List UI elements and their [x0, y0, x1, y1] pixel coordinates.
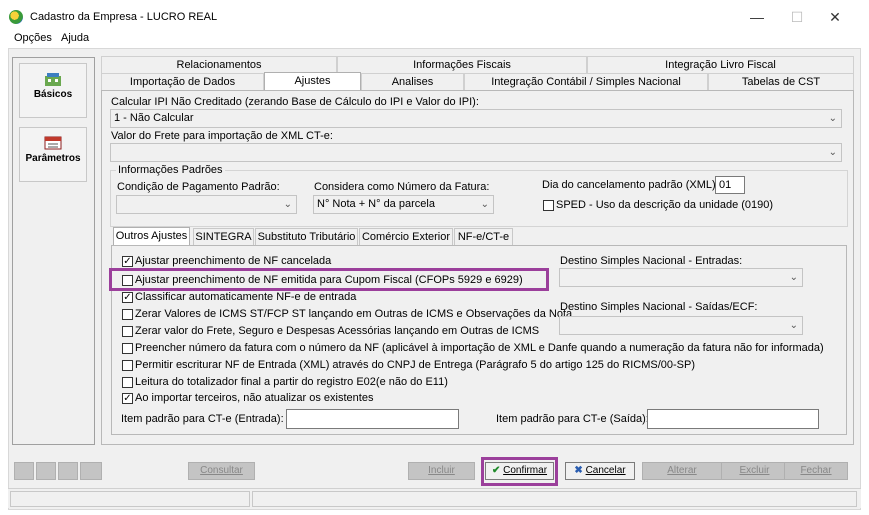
item-saida-label: Item padrão para CT-e (Saída): — [496, 413, 649, 425]
check-nf-cancelada[interactable]: ✓ — [122, 256, 133, 267]
check-permitir-escriturar[interactable] — [122, 360, 133, 371]
item-entrada-label: Item padrão para CT-e (Entrada): — [121, 413, 284, 425]
confirmar-label: Confirmar — [503, 465, 548, 476]
chevron-down-icon: ⌄ — [480, 199, 489, 210]
sped-label: SPED - Uso da descrição da unidade (0190… — [556, 199, 774, 211]
tab-analises[interactable]: Analises — [361, 73, 464, 90]
maximize-button[interactable]: ☐ — [782, 6, 812, 28]
sidebar-item-basicos[interactable]: Básicos — [19, 63, 87, 118]
nav-prev-button[interactable] — [36, 462, 56, 480]
check-label: Classificar automaticamente NF-e de entr… — [135, 291, 357, 303]
dia-label: Dia do cancelamento padrão (XML): — [542, 179, 719, 191]
check-label: Permitir escriturar NF de Entrada (XML) … — [135, 359, 696, 371]
destino-entradas-select[interactable]: ⌄ — [559, 268, 803, 287]
check-zerar-icms-st[interactable] — [122, 309, 133, 320]
fechar-button[interactable]: Fechar — [784, 462, 848, 480]
frete-select[interactable]: ⌄ — [110, 143, 842, 162]
check-zerar-frete[interactable] — [122, 326, 133, 337]
check-label: Ao importar terceiros, não atualizar os … — [135, 392, 374, 404]
sped-checkbox[interactable] — [543, 200, 554, 211]
tab-informacoes-fiscais[interactable]: Informações Fiscais — [337, 56, 587, 73]
padroes-legend: Informações Padrões — [116, 164, 225, 176]
fatura-select[interactable]: N° Nota + N° da parcela ⌄ — [313, 195, 494, 214]
tab-integracao-livro-fiscal[interactable]: Integração Livro Fiscal — [587, 56, 854, 73]
status-cell — [10, 491, 250, 507]
confirmar-button[interactable]: ✔ Confirmar — [485, 462, 554, 480]
check-label: Leitura do totalizador final a partir do… — [135, 376, 448, 388]
subtab-substituto-tributario[interactable]: Substituto Tributário — [255, 228, 358, 246]
sidebar-item-parametros[interactable]: Parâmetros — [19, 127, 87, 182]
check-label: Ajustar preenchimento de NF cancelada — [135, 255, 332, 267]
minimize-button[interactable]: — — [742, 6, 772, 28]
frete-label: Valor do Frete para importação de XML CT… — [111, 130, 333, 142]
check-classificar-nfe[interactable]: ✓ — [122, 292, 133, 303]
nav-buttons — [14, 462, 102, 480]
nav-next-button[interactable] — [58, 462, 78, 480]
tab-ajustes[interactable]: Ajustes — [264, 72, 361, 90]
item-entrada-input[interactable] — [286, 409, 459, 429]
calendar-icon — [44, 136, 62, 150]
status-bar — [8, 488, 861, 508]
nav-first-button[interactable] — [14, 462, 34, 480]
status-cell — [252, 491, 857, 507]
alterar-button[interactable]: Alterar — [642, 462, 722, 480]
check-icon: ✔ — [491, 465, 501, 476]
destino-saidas-select[interactable]: ⌄ — [559, 316, 803, 335]
menu-ajuda[interactable]: Ajuda — [61, 32, 89, 44]
chevron-down-icon: ⌄ — [789, 320, 798, 331]
subtab-nfe-cte[interactable]: NF-e/CT-e — [454, 228, 513, 246]
tab-tabelas-cst[interactable]: Tabelas de CST — [708, 73, 854, 90]
title-bar: Cadastro da Empresa - LUCRO REAL — ☐ ✕ — [0, 0, 869, 30]
check-leitura-totalizador[interactable] — [122, 377, 133, 388]
chevron-down-icon: ⌄ — [828, 147, 837, 158]
window-title: Cadastro da Empresa - LUCRO REAL — [30, 11, 218, 23]
fatura-select-value: N° Nota + N° da parcela — [317, 198, 435, 210]
check-label: Zerar Valores de ICMS ST/FCP ST lançando… — [135, 308, 573, 320]
check-importar-terceiros[interactable]: ✓ — [122, 393, 133, 404]
fatura-label: Considera como Número da Fatura: — [314, 181, 490, 193]
excluir-button[interactable]: Excluir — [721, 462, 788, 480]
check-preencher-fatura[interactable] — [122, 343, 133, 354]
condicao-select[interactable]: ⌄ — [116, 195, 297, 214]
chevron-down-icon: ⌄ — [789, 272, 798, 283]
menu-bar: Opções Ajuda — [0, 30, 869, 48]
destino-entradas-label: Destino Simples Nacional - Entradas: — [560, 255, 743, 267]
highlight-box — [109, 268, 549, 291]
cancelar-label: Cancelar — [585, 465, 626, 476]
app-icon — [9, 10, 23, 24]
check-label: Zerar valor do Frete, Seguro e Despesas … — [135, 325, 540, 337]
sidebar-item-label: Parâmetros — [25, 153, 81, 164]
close-button[interactable]: ✕ — [820, 6, 850, 28]
chevron-down-icon: ⌄ — [828, 113, 837, 124]
consultar-button[interactable]: Consultar — [188, 462, 255, 480]
chevron-down-icon: ⌄ — [283, 199, 292, 210]
tab-importacao-de-dados[interactable]: Importação de Dados — [101, 73, 264, 90]
subtab-outros-ajustes[interactable]: Outros Ajustes — [113, 227, 190, 245]
ipi-select-value: 1 - Não Calcular — [114, 112, 194, 124]
subtab-comercio-exterior[interactable]: Comércio Exterior — [359, 228, 453, 246]
ipi-label: Calcular IPI Não Creditado (zerando Base… — [111, 96, 479, 108]
x-icon: ✖ — [574, 465, 583, 476]
dia-input[interactable]: 01 — [715, 176, 745, 194]
check-label: Preencher número da fatura com o número … — [135, 342, 824, 354]
subtab-sintegra[interactable]: SINTEGRA — [193, 228, 254, 246]
item-saida-input[interactable] — [647, 409, 819, 429]
tab-integracao-contabil[interactable]: Integração Contábil / Simples Nacional — [464, 73, 708, 90]
ipi-select[interactable]: 1 - Não Calcular ⌄ — [110, 109, 842, 128]
nav-last-button[interactable] — [80, 462, 102, 480]
cancelar-button[interactable]: ✖ Cancelar — [565, 462, 635, 480]
condicao-label: Condição de Pagamento Padrão: — [117, 181, 280, 193]
menu-opcoes[interactable]: Opções — [14, 32, 52, 44]
incluir-button[interactable]: Incluir — [408, 462, 475, 480]
sidebar-item-label: Básicos — [33, 89, 73, 100]
destino-saidas-label: Destino Simples Nacional - Saídas/ECF: — [560, 301, 758, 313]
building-icon — [45, 73, 61, 86]
tab-relacionamentos[interactable]: Relacionamentos — [101, 56, 337, 73]
